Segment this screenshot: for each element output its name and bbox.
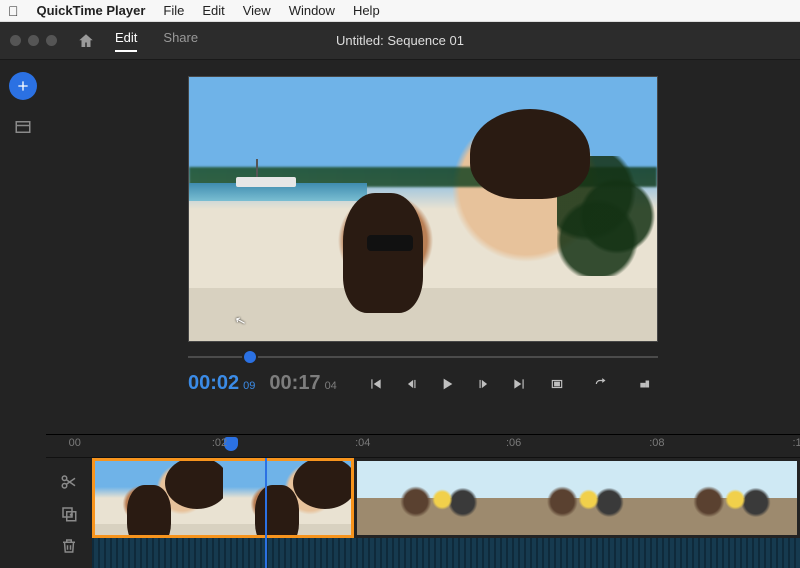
clip-thumbnail — [357, 461, 504, 535]
app-window: Edit Share Untitled: Sequence 01 — [0, 22, 800, 568]
tab-share[interactable]: Share — [163, 30, 198, 51]
duplicate-icon[interactable] — [54, 502, 84, 526]
video-frame — [189, 77, 657, 341]
window-titlebar: Edit Share Untitled: Sequence 01 — [0, 22, 800, 60]
add-media-button[interactable] — [9, 72, 37, 100]
traffic-zoom-icon[interactable] — [46, 35, 57, 46]
current-time: 00:02 09 — [188, 372, 255, 395]
marker-button[interactable] — [632, 373, 658, 395]
transport-bar: 00:02 09 00:17 04 — [188, 372, 658, 395]
apple-menu-icon[interactable]:  — [8, 3, 19, 19]
left-rail — [0, 60, 46, 568]
home-icon[interactable] — [77, 32, 95, 50]
menu-edit[interactable]: Edit — [202, 3, 224, 18]
ruler-tick: :04 — [355, 437, 370, 449]
timeline-tools — [46, 458, 92, 568]
program-monitor[interactable]: ↖ — [188, 76, 658, 342]
clip-thumbnail — [95, 461, 223, 535]
ruler-tick: :10 — [792, 437, 800, 449]
timeline-ruler[interactable]: 00 :02 :04 :06 :08 :10 — [46, 434, 800, 458]
mac-menubar:  QuickTime Player File Edit View Window… — [0, 0, 800, 22]
traffic-close-icon[interactable] — [10, 35, 21, 46]
ruler-tick: 00 — [69, 437, 81, 449]
ruler-tick: :08 — [649, 437, 664, 449]
ruler-tick: :02 — [212, 437, 227, 449]
scissors-icon[interactable] — [54, 470, 84, 494]
preview-scrub[interactable] — [188, 348, 658, 366]
go-to-start-button[interactable] — [365, 373, 387, 395]
clip[interactable] — [92, 458, 354, 538]
scrub-handle[interactable] — [244, 351, 256, 363]
menu-view[interactable]: View — [243, 3, 271, 18]
timeline-track[interactable] — [92, 458, 800, 568]
total-time: 00:17 04 — [269, 372, 336, 395]
project-panel-icon[interactable] — [14, 118, 32, 136]
clip-thumbnail — [223, 461, 351, 535]
menu-file[interactable]: File — [163, 3, 184, 18]
menu-help[interactable]: Help — [353, 3, 380, 18]
step-forward-button[interactable] — [472, 373, 494, 395]
audio-track[interactable] — [92, 538, 800, 568]
clip-thumbnail — [504, 461, 651, 535]
timeline — [46, 458, 800, 568]
preview-area: ↖ 00:02 09 00:17 — [46, 60, 800, 428]
main-area: ↖ 00:02 09 00:17 — [46, 60, 800, 568]
tab-edit[interactable]: Edit — [115, 30, 137, 51]
loop-button[interactable] — [588, 373, 614, 395]
menu-window[interactable]: Window — [289, 3, 335, 18]
ruler-tick: :06 — [506, 437, 521, 449]
clip[interactable] — [354, 458, 800, 538]
traffic-minimize-icon[interactable] — [28, 35, 39, 46]
document-title: Untitled: Sequence 01 — [336, 33, 464, 48]
clip-thumbnail — [650, 461, 797, 535]
app-menu[interactable]: QuickTime Player — [37, 3, 146, 18]
window-controls[interactable] — [10, 35, 57, 46]
playhead-line[interactable] — [265, 458, 267, 568]
go-to-end-button[interactable] — [508, 373, 530, 395]
step-back-button[interactable] — [401, 373, 423, 395]
mode-tabs: Edit Share — [115, 30, 198, 51]
trash-icon[interactable] — [54, 534, 84, 558]
fullscreen-button[interactable] — [544, 373, 570, 395]
play-button[interactable] — [437, 373, 459, 395]
